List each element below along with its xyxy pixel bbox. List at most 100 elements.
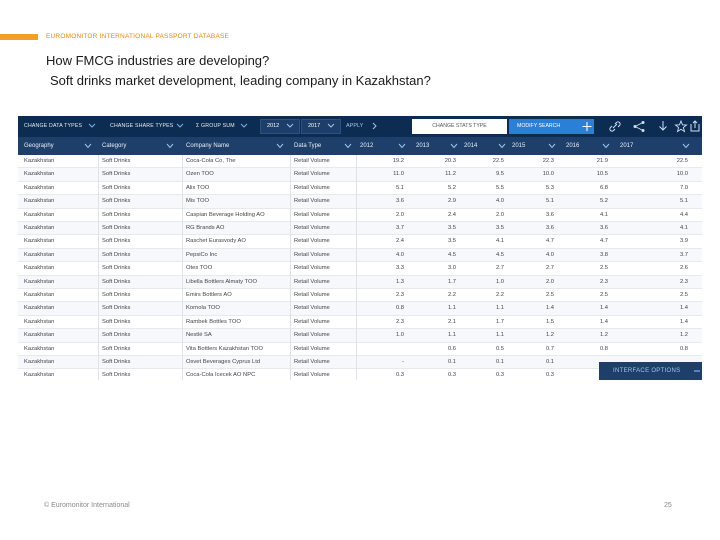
col-2017-cell: 1.2 — [679, 332, 688, 339]
col-company-name-cell[interactable]: Coca-Cola Icecek AO NPC — [186, 369, 286, 380]
download-icon[interactable] — [656, 119, 670, 134]
share-icon[interactable] — [632, 119, 646, 134]
interface-options-label: INTERFACE OPTIONS — [613, 368, 681, 374]
col-company-name-cell[interactable]: Rambek Bottles TOO — [186, 316, 286, 329]
filter-icon[interactable] — [344, 142, 352, 150]
col-company-name-cell[interactable]: Mis TOO — [186, 195, 286, 208]
filter-icon[interactable] — [166, 142, 174, 150]
col-company-name-cell[interactable]: PepsiCo Inc — [186, 249, 286, 262]
table-row[interactable]: Kazakhstan Soft Drinks Rambek Bottles TOO R… — [18, 316, 702, 330]
col-company-name-cell[interactable]: Coca-Cola Co, The — [186, 155, 286, 168]
filter-icon[interactable] — [682, 142, 690, 150]
year-from-value: 2012 — [267, 123, 280, 129]
col-2014-cell: 1.1 — [495, 332, 504, 339]
filter-icon[interactable] — [450, 142, 458, 150]
link-icon[interactable] — [608, 119, 622, 134]
col-company-name-cell[interactable]: RG Brands AO — [186, 222, 286, 235]
table-row[interactable]: Kazakhstan Soft Drinks Mis TOO Retail Volum… — [18, 195, 702, 209]
change-data-types-button[interactable]: CHANGE DATA TYPES — [24, 116, 82, 137]
filter-icon[interactable] — [498, 142, 506, 150]
col-2017-header[interactable]: 2017 — [620, 137, 633, 155]
col-company-name-cell[interactable]: Libella Bottlers Almaty TOO — [186, 276, 286, 289]
col-category-cell: Soft Drinks — [102, 184, 131, 191]
col-company-name-cell[interactable]: Nestlé SA — [186, 329, 286, 342]
change-stats-type-button[interactable]: CHANGE STATS TYPE — [412, 119, 507, 134]
col-2014-cell: 4.0 — [495, 198, 504, 205]
col-data-type-header[interactable]: Data Type — [294, 137, 321, 155]
col-2012-cell: 0.8 — [395, 305, 404, 312]
col-data-type-cell: Retail Volume — [294, 305, 330, 312]
filter-icon[interactable] — [548, 142, 556, 150]
col-2013-cell: 3.5 — [447, 225, 456, 231]
col-2016-header[interactable]: 2016 — [566, 137, 579, 155]
change-share-types-button[interactable]: CHANGE SHARE TYPES — [110, 116, 173, 137]
col-2014-header[interactable]: 2014 — [464, 137, 477, 155]
col-2015-header[interactable]: 2015 — [512, 137, 525, 155]
year-from-select[interactable]: 2012 — [260, 119, 300, 134]
col-geography-cell: Kazakhstan — [24, 211, 55, 218]
col-2017-cell: 22.5 — [676, 158, 688, 164]
col-company-name-cell[interactable]: Kornola TOO — [186, 302, 286, 315]
col-2016-cell: 10.5 — [596, 171, 608, 178]
col-company-name-cell[interactable]: Emirs Bottlers AO — [186, 289, 286, 302]
year-to-select[interactable]: 2017 — [301, 119, 341, 134]
interface-options-button[interactable]: INTERFACE OPTIONS — [599, 362, 702, 380]
col-company-name-header[interactable]: Company Name — [186, 137, 229, 155]
col-2015-cell: 4.7 — [545, 238, 554, 245]
col-category-header[interactable]: Category — [102, 137, 126, 155]
col-category-cell: Soft Drinks — [102, 292, 131, 298]
col-2017-cell: 3.9 — [679, 238, 688, 245]
table-row[interactable]: Kazakhstan Soft Drinks Raschet Eurasvody A… — [18, 235, 702, 249]
year-to-value: 2017 — [308, 123, 321, 129]
star-icon[interactable] — [674, 119, 688, 134]
group-sum-button[interactable]: Σ GROUP SUM — [196, 116, 235, 137]
col-company-name-cell[interactable]: Raschet Eurasvody AO — [186, 235, 286, 248]
col-data-type-cell: Retail Volume — [294, 332, 330, 339]
col-company-name-cell[interactable]: Alix TOO — [186, 182, 286, 195]
col-2014-cell: 22.5 — [492, 158, 504, 164]
table-row[interactable]: Kazakhstan Soft Drinks Caspian Beverage Ho… — [18, 209, 702, 222]
chevron-down-icon — [88, 123, 96, 128]
col-geography-cell: Kazakhstan — [24, 225, 55, 231]
col-2015-cell: 0.1 — [545, 359, 554, 365]
col-2014-cell: 2.0 — [495, 211, 504, 218]
table-row[interactable]: Kazakhstan Soft Drinks Coca-Cola Co, The Re… — [18, 155, 702, 169]
table-row[interactable]: Kazakhstan Soft Drinks Libella Bottlers Al… — [18, 275, 702, 289]
col-2012-header[interactable]: 2012 — [360, 137, 373, 155]
table-row[interactable]: Kazakhstan Soft Drinks Emirs Bottlers AO Re… — [18, 289, 702, 303]
table-row[interactable]: Kazakhstan Soft Drinks PepsiCo Inc Retail V… — [18, 248, 702, 263]
col-2015-cell: 2.0 — [545, 278, 554, 285]
export-icon[interactable] — [688, 119, 702, 134]
col-company-name-cell[interactable]: Osvet Beverages Cyprus Ltd — [186, 356, 286, 369]
col-2012-cell: 11.0 — [393, 171, 404, 178]
filter-icon[interactable] — [84, 142, 92, 150]
col-data-type-cell: Retail Volume — [294, 238, 330, 245]
column-divider — [98, 155, 99, 380]
col-geography-header[interactable]: Geography — [24, 137, 54, 155]
filter-icon[interactable] — [276, 142, 284, 150]
chevron-down-icon — [176, 123, 184, 128]
table-row[interactable]: Kazakhstan Soft Drinks Alix TOO Retail Volu… — [18, 182, 702, 196]
col-company-name-cell[interactable]: Caspian Beverage Holding AO — [186, 209, 286, 222]
col-2013-header[interactable]: 2013 — [416, 137, 429, 155]
col-company-name-cell[interactable]: Vita Bottlers Kazakhstan TOO — [186, 343, 286, 356]
col-2017-cell: 4.4 — [679, 211, 688, 218]
table-row[interactable]: Kazakhstan Soft Drinks RG Brands AO Retail … — [18, 222, 702, 236]
col-2014-cell: 0.3 — [495, 372, 504, 379]
table-row[interactable]: Kazakhstan Soft Drinks Nestlé SA Retail Vol… — [18, 329, 702, 343]
plus-icon[interactable] — [580, 119, 594, 134]
table-row[interactable]: Kazakhstan Soft Drinks Otes TOO Retail Volu… — [18, 262, 702, 276]
apply-button[interactable]: APPLY — [346, 119, 363, 134]
col-2016-cell: 3.6 — [599, 225, 608, 231]
table-row[interactable]: Kazakhstan Soft Drinks Vita Bottlers Kazak… — [18, 343, 702, 356]
col-geography-cell: Kazakhstan — [24, 251, 55, 258]
col-2014-cell: 4.1 — [495, 238, 504, 245]
col-2015-cell: 1.4 — [545, 305, 554, 312]
table-row[interactable]: Kazakhstan Soft Drinks Ozen TOO Retail Volu… — [18, 168, 702, 182]
col-company-name-cell[interactable]: Otes TOO — [186, 262, 286, 275]
filter-icon[interactable] — [398, 142, 406, 150]
filter-icon[interactable] — [602, 142, 610, 150]
table-row[interactable]: Kazakhstan Soft Drinks Kornola TOO Retail V… — [18, 302, 702, 316]
col-geography-cell: Kazakhstan — [24, 318, 55, 325]
col-company-name-cell[interactable]: Ozen TOO — [186, 168, 286, 181]
